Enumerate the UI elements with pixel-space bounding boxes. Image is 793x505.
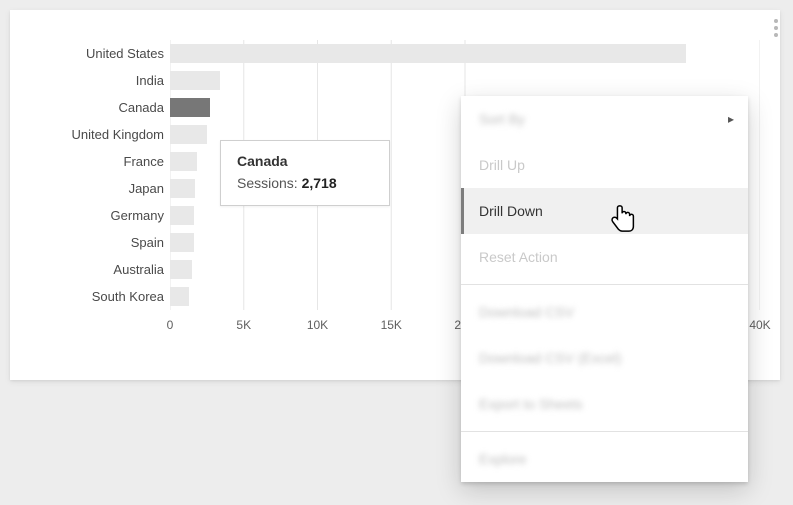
bar-united-kingdom[interactable] xyxy=(170,125,207,144)
x-tick-label: 40K xyxy=(749,318,770,332)
menu-separator xyxy=(461,284,748,285)
x-tick-label: 5K xyxy=(236,318,251,332)
y-tick-label: India xyxy=(34,73,164,88)
chart-tooltip: Canada Sessions: 2,718 xyxy=(220,140,390,206)
menu-item-label: Download CSV (Excel) xyxy=(479,350,621,366)
menu-item-export-to-sheets[interactable]: Export to Sheets xyxy=(461,381,748,427)
menu-item-label: Export to Sheets xyxy=(479,396,583,412)
bar-india[interactable] xyxy=(170,71,220,90)
y-tick-label: Canada xyxy=(34,100,164,115)
kebab-dot xyxy=(774,33,778,37)
context-menu: Sort By Drill Up Drill Down Reset Action… xyxy=(461,96,748,482)
bar-australia[interactable] xyxy=(170,260,192,279)
kebab-dot xyxy=(774,19,778,23)
menu-item-label: Explore xyxy=(479,451,526,467)
bar-united-states[interactable] xyxy=(170,44,686,63)
y-tick-label: Germany xyxy=(34,208,164,223)
y-tick-label: Japan xyxy=(34,181,164,196)
bar-south-korea[interactable] xyxy=(170,287,189,306)
menu-item-label: Reset Action xyxy=(479,249,558,265)
menu-item-reset-action: Reset Action xyxy=(461,234,748,280)
y-tick-label: Spain xyxy=(34,235,164,250)
bar-spain[interactable] xyxy=(170,233,194,252)
tooltip-metric: Sessions: 2,718 xyxy=(237,175,373,191)
tooltip-metric-label: Sessions: xyxy=(237,175,298,191)
menu-separator xyxy=(461,431,748,432)
x-tick-label: 0 xyxy=(167,318,174,332)
kebab-dot xyxy=(774,26,778,30)
menu-item-drill-up: Drill Up xyxy=(461,142,748,188)
y-tick-label: South Korea xyxy=(34,289,164,304)
menu-item-label: Download CSV xyxy=(479,304,574,320)
menu-item-sort-by[interactable]: Sort By xyxy=(461,96,748,142)
tooltip-metric-value: 2,718 xyxy=(302,175,337,191)
menu-item-download-csv-excel[interactable]: Download CSV (Excel) xyxy=(461,335,748,381)
bar-germany[interactable] xyxy=(170,206,194,225)
menu-item-label: Drill Down xyxy=(479,203,543,219)
y-tick-label: France xyxy=(34,154,164,169)
card-overflow-menu-button[interactable] xyxy=(769,16,783,40)
y-tick-label: Australia xyxy=(34,262,164,277)
bar-france[interactable] xyxy=(170,152,197,171)
y-tick-label: United States xyxy=(34,46,164,61)
menu-item-label: Sort By xyxy=(479,111,525,127)
bar-canada[interactable] xyxy=(170,98,210,117)
y-tick-label: United Kingdom xyxy=(34,127,164,142)
menu-item-explore[interactable]: Explore xyxy=(461,436,748,482)
menu-item-drill-down[interactable]: Drill Down xyxy=(461,188,748,234)
bar-japan[interactable] xyxy=(170,179,195,198)
x-tick-label: 15K xyxy=(381,318,402,332)
x-tick-label: 10K xyxy=(307,318,328,332)
menu-item-download-csv[interactable]: Download CSV xyxy=(461,289,748,335)
tooltip-title: Canada xyxy=(237,153,373,169)
menu-item-label: Drill Up xyxy=(479,157,525,173)
